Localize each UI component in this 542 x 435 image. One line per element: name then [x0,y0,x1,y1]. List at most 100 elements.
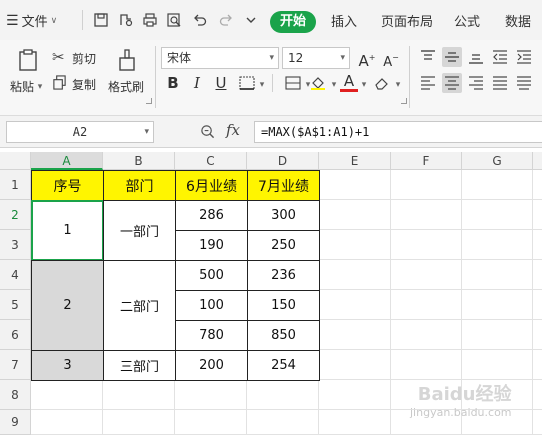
cell-c6[interactable]: 780 [175,320,248,351]
empty-cell[interactable] [391,260,462,290]
tab-formulas[interactable]: 公式 [454,11,480,30]
cell-a2-merged[interactable]: 1 [31,200,104,261]
cell-c3[interactable]: 190 [175,230,248,261]
customize-toolbar-icon[interactable] [243,12,259,28]
empty-cell[interactable] [391,350,462,380]
clipboard-group-launcher[interactable] [146,98,152,104]
align-middle-icon[interactable] [442,47,462,67]
align-bottom-icon[interactable] [466,47,486,67]
italic-button[interactable]: I [188,74,206,92]
empty-cell[interactable] [533,410,542,435]
empty-cell[interactable] [175,380,247,410]
empty-cell[interactable] [175,410,247,435]
cell-d4[interactable]: 236 [247,260,320,291]
empty-cell[interactable] [319,320,391,350]
row-header-1[interactable]: 1 [0,170,31,200]
empty-cell[interactable] [533,260,542,290]
fill-color-icon[interactable] [308,73,328,93]
cell-d2[interactable]: 300 [247,200,320,231]
font-group-launcher[interactable] [401,98,407,104]
paste-dropdown-icon[interactable]: ▾ [36,78,44,96]
cell-a4-merged[interactable]: 2 [31,260,104,351]
cell-c5[interactable]: 100 [175,290,248,321]
border-dropdown-icon[interactable]: ▾ [258,76,266,94]
tab-page-layout[interactable]: 页面布局 [381,11,433,30]
cell-b4-merged[interactable]: 二部门 [103,260,176,351]
cell-b2-merged[interactable]: 一部门 [103,200,176,261]
cell-d7[interactable]: 254 [247,350,320,381]
empty-cell[interactable] [391,200,462,230]
empty-cell[interactable] [462,170,533,200]
empty-cell[interactable] [31,380,103,410]
cell-c4[interactable]: 500 [175,260,248,291]
redo-icon[interactable] [218,12,234,28]
row-header-4[interactable]: 4 [0,260,31,290]
align-top-icon[interactable] [418,47,438,67]
empty-cell[interactable] [533,230,542,260]
header-cell-june[interactable]: 6月业绩 [175,170,248,201]
column-header-a[interactable]: A [31,152,103,170]
empty-cell[interactable] [319,260,391,290]
align-center-icon[interactable] [442,73,462,93]
row-header-5[interactable]: 5 [0,290,31,320]
font-size-select[interactable]: 12 ▾ [282,47,350,69]
column-header-c[interactable]: C [175,152,247,170]
font-color-button[interactable]: A [340,72,358,92]
print-icon[interactable] [142,12,158,28]
font-color-dropdown-icon[interactable]: ▾ [360,76,368,94]
row-header-8[interactable]: 8 [0,380,31,410]
column-header-g[interactable]: G [462,152,533,170]
cut-button[interactable]: ✂ 剪切 [52,48,104,66]
decrease-indent-icon[interactable] [490,47,510,67]
print-preview-icon[interactable] [166,12,182,28]
bold-button[interactable]: B [164,74,182,92]
cell-c2[interactable]: 286 [175,200,248,231]
cell-a7[interactable]: 3 [31,350,104,381]
font-name-select[interactable]: 宋体 ▾ [161,47,279,69]
cell-c7[interactable]: 200 [175,350,248,381]
empty-cell[interactable] [319,290,391,320]
empty-cell[interactable] [462,260,533,290]
save-icon[interactable] [93,12,109,28]
shrink-font-icon[interactable]: A− [382,49,400,70]
empty-cell[interactable] [391,290,462,320]
column-header-b[interactable]: B [103,152,175,170]
cell-b7[interactable]: 三部门 [103,350,176,381]
tab-home[interactable]: 开始 [270,11,316,33]
row-header-2[interactable]: 2 [0,200,31,230]
select-all-corner[interactable] [0,152,31,170]
row-header-3[interactable]: 3 [0,230,31,260]
empty-cell[interactable] [533,290,542,320]
cell-d3[interactable]: 250 [247,230,320,261]
undo-icon[interactable] [192,12,208,28]
empty-cell[interactable] [103,380,175,410]
row-header-9[interactable]: 9 [0,410,31,435]
header-cell-seq[interactable]: 序号 [31,170,104,201]
tab-data[interactable]: 数据 [505,11,531,30]
file-menu[interactable]: ☰ 文件 ∨ [6,11,57,31]
empty-cell[interactable] [247,380,319,410]
empty-cell[interactable] [462,320,533,350]
align-left-icon[interactable] [418,73,438,93]
fill-dropdown-icon[interactable]: ▾ [330,76,338,94]
empty-cell[interactable] [462,350,533,380]
empty-cell[interactable] [103,410,175,435]
border-icon[interactable] [237,73,257,93]
empty-cell[interactable] [391,320,462,350]
empty-cell[interactable] [319,380,391,410]
empty-cell[interactable] [533,170,542,200]
empty-cell[interactable] [319,170,391,200]
empty-cell[interactable] [533,380,542,410]
grow-font-icon[interactable]: A+ [358,49,376,70]
export-icon[interactable] [118,12,134,28]
empty-cell[interactable] [462,230,533,260]
empty-cell[interactable] [391,170,462,200]
column-header-f[interactable]: F [391,152,462,170]
name-box[interactable]: A2 ▾ [6,121,154,143]
column-header-e[interactable]: E [319,152,391,170]
empty-cell[interactable] [533,320,542,350]
copy-button[interactable]: 复制 [52,74,104,92]
align-right-icon[interactable] [466,73,486,93]
empty-cell[interactable] [533,350,542,380]
cell-d6[interactable]: 850 [247,320,320,351]
